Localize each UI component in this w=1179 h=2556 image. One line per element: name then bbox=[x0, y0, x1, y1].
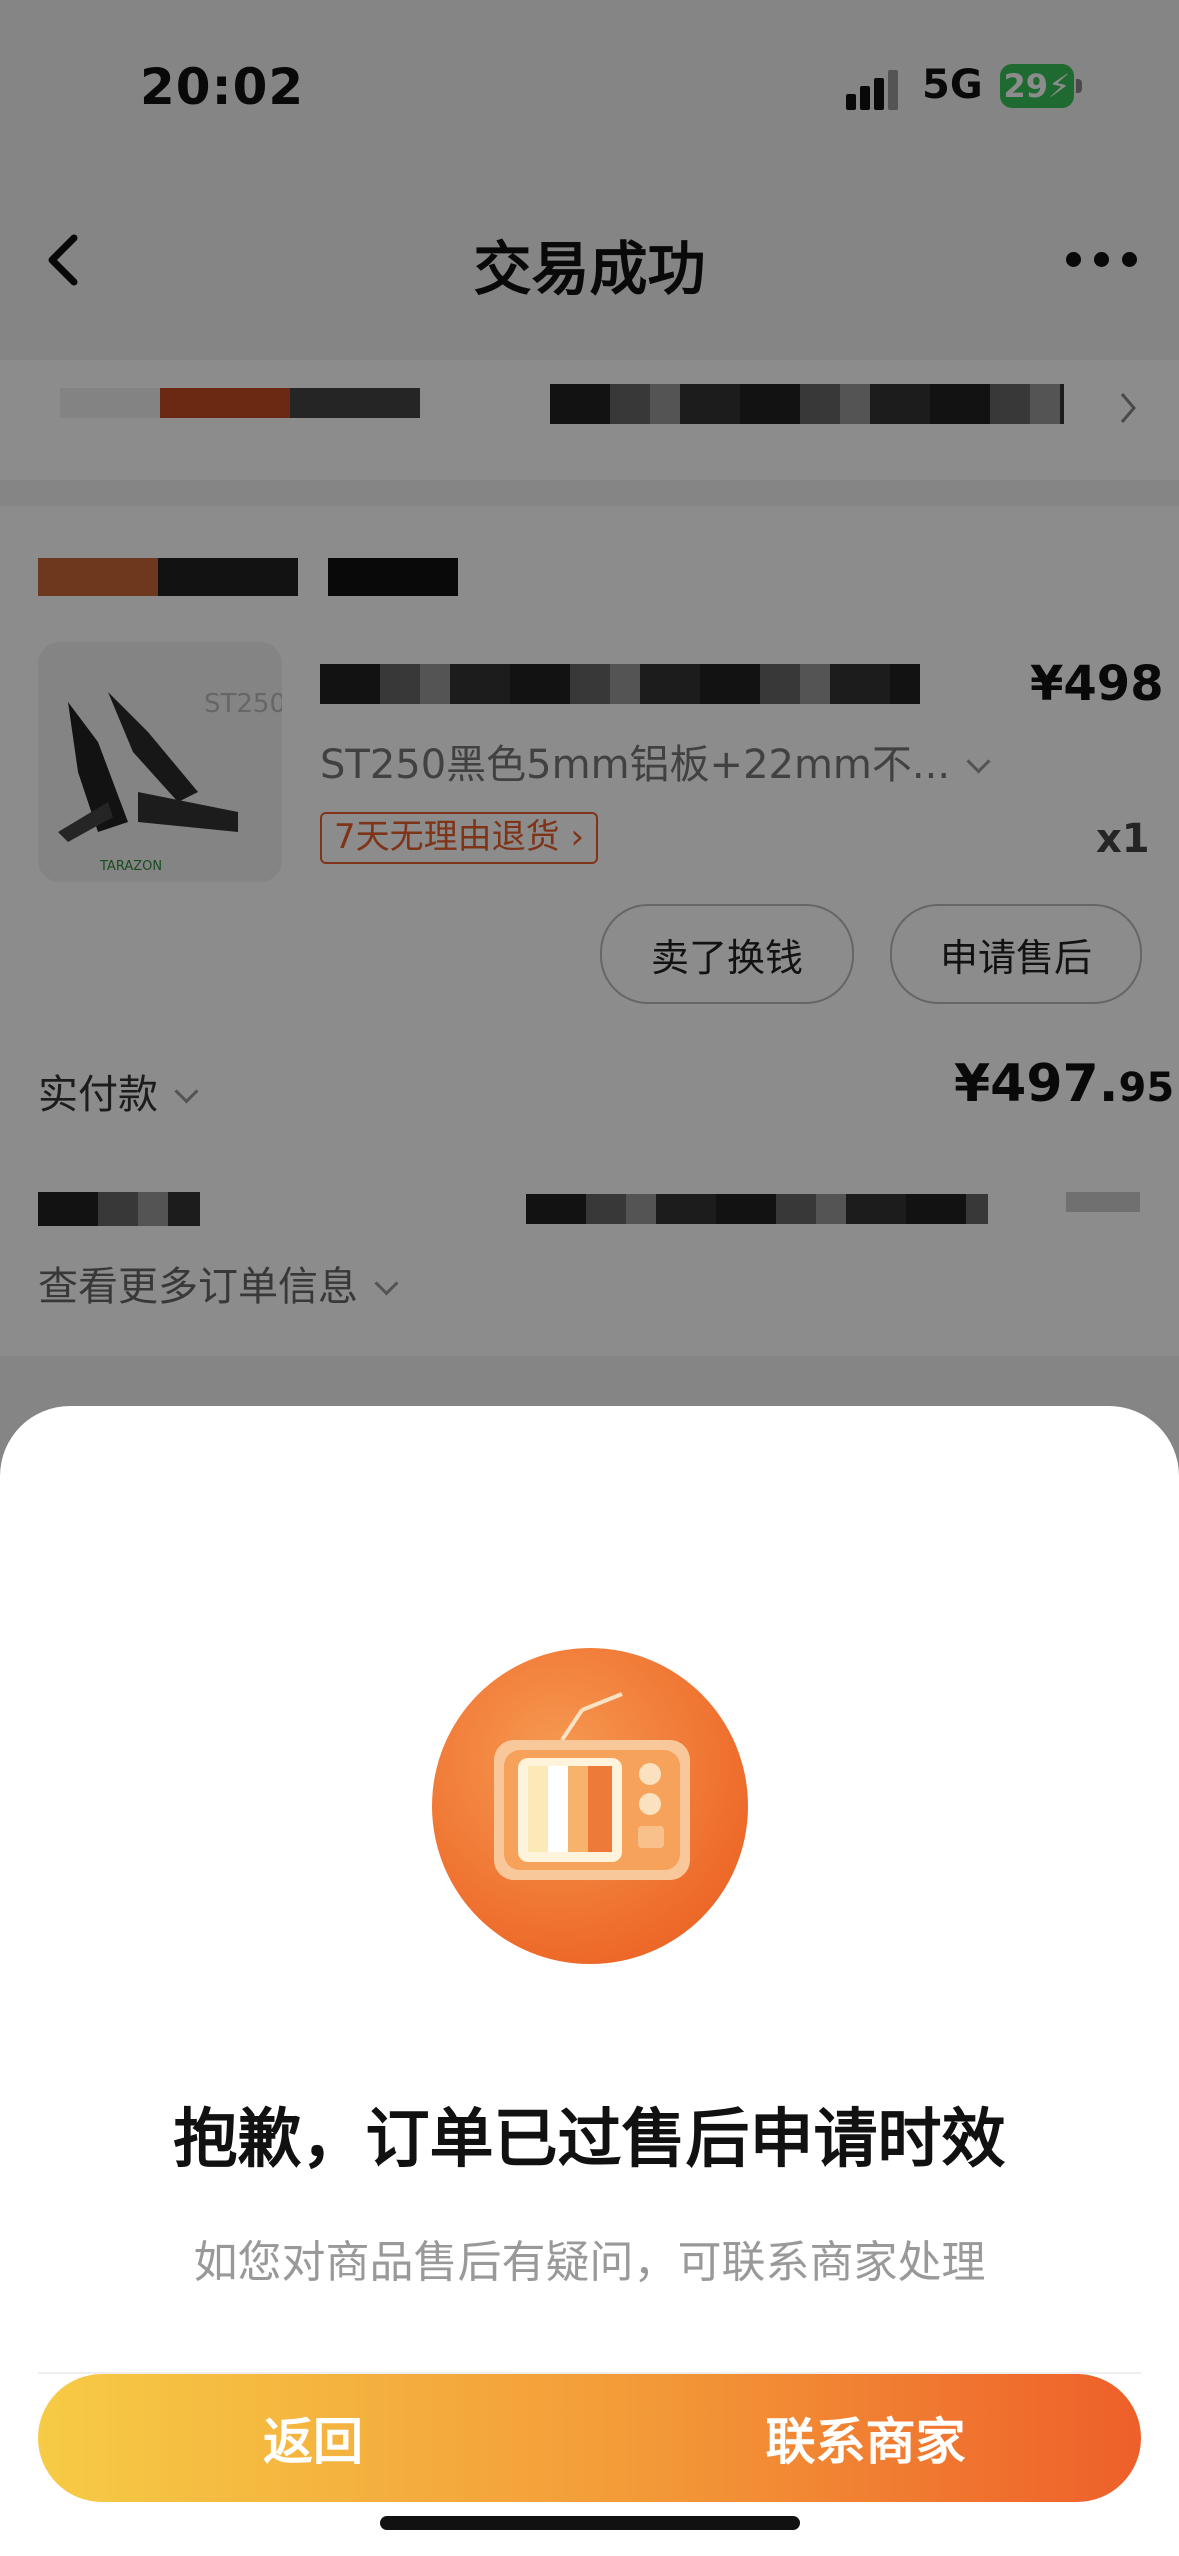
dialog-title: 抱歉，订单已过售后申请时效 bbox=[173, 2103, 1006, 2177]
tv-icon bbox=[494, 1692, 690, 1880]
back-button[interactable]: 返回 bbox=[38, 2374, 588, 2502]
dialog-subtitle: 如您对商品售后有疑问，可联系商家处理 bbox=[193, 2237, 986, 2288]
tv-illustration-icon bbox=[432, 1648, 748, 1964]
home-indicator[interactable] bbox=[380, 2516, 800, 2530]
contact-merchant-button[interactable]: 联系商家 bbox=[590, 2374, 1141, 2502]
